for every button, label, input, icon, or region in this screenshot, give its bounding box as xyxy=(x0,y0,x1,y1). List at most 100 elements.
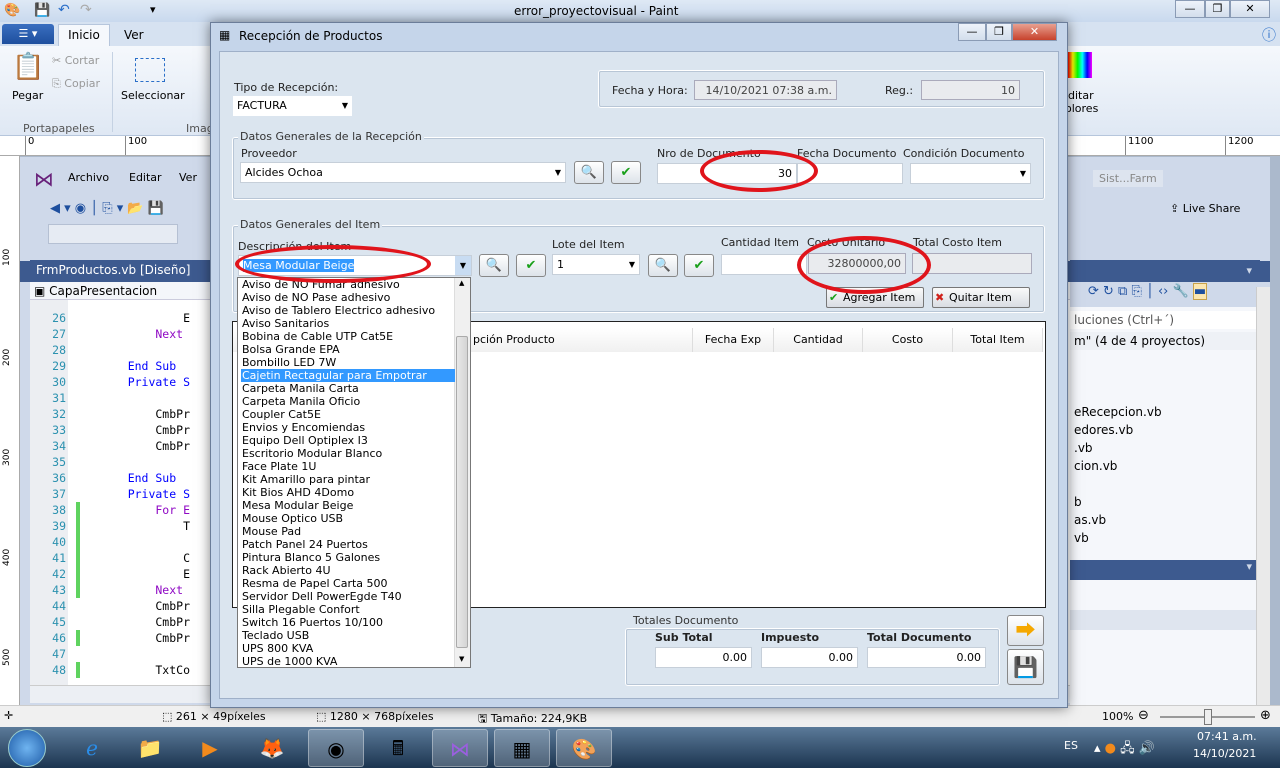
item-dropdown-list[interactable]: ▲ ▼ Aviso de NO Fumar adhesivo Aviso de N… xyxy=(237,277,471,668)
start-button[interactable] xyxy=(8,729,46,767)
dropdown-item[interactable]: Aviso Sanitarios xyxy=(241,317,455,330)
scroll-down-icon[interactable]: ▼ xyxy=(459,655,464,663)
chevron-down-icon[interactable]: ▼ xyxy=(455,256,471,275)
dialog-maximize-button[interactable]: ❐ xyxy=(986,23,1012,41)
clock-time[interactable]: 07:41 a.m. xyxy=(1197,730,1257,743)
confirm-item-button[interactable]: ✔ xyxy=(516,254,546,277)
dropdown-item[interactable]: Cajetin Rectagular para Empotrar xyxy=(241,369,455,382)
dropdown-item[interactable]: Kit Amarillo para pintar xyxy=(241,473,455,486)
dropdown-item[interactable]: Carpeta Manila Oficio xyxy=(241,395,455,408)
dialog-close-button[interactable]: ✕ xyxy=(1012,23,1057,41)
tab-ver[interactable]: Ver xyxy=(124,28,144,42)
dialog-minimize-button[interactable]: — xyxy=(958,23,986,41)
code-line: End Sub xyxy=(100,471,177,485)
visual-studio-icon[interactable]: ⋈ xyxy=(432,729,488,767)
dropdown-item[interactable]: Servidor Dell PowerEgde T40 xyxy=(241,590,455,603)
search-item-button[interactable]: 🔍 xyxy=(479,254,509,277)
edit-colors-label-2[interactable]: olores xyxy=(1065,102,1098,115)
proveedor-combo[interactable]: Alcides Ochoa ▼ xyxy=(240,162,566,183)
dropdown-item[interactable]: Mouse Optico USB xyxy=(241,512,455,525)
dropdown-item[interactable]: Equipo Dell Optiplex I3 xyxy=(241,434,455,447)
dropdown-item[interactable]: Mesa Modular Beige xyxy=(241,499,455,512)
scroll-up-icon[interactable]: ▲ xyxy=(459,279,464,287)
file-menu-button[interactable]: ☰ ▾ xyxy=(2,24,54,44)
dropdown-item[interactable]: Face Plate 1U xyxy=(241,460,455,473)
chrome-icon[interactable]: ◉ xyxy=(308,729,364,767)
exit-button[interactable]: ⮕ xyxy=(1007,615,1044,646)
dropdown-item[interactable]: Aviso de NO Pase adhesivo xyxy=(241,291,455,304)
dropdown-item[interactable]: Rack Abierto 4U xyxy=(241,564,455,577)
dropdown-item[interactable]: Mouse Pad xyxy=(241,525,455,538)
line-number: 37 xyxy=(52,487,66,501)
paint-icon[interactable]: 🎨 xyxy=(556,729,612,767)
app-form-icon[interactable]: ▦ xyxy=(494,729,550,767)
cantidad-field[interactable] xyxy=(721,254,807,275)
tab-inicio[interactable]: Inicio xyxy=(58,24,110,46)
internet-explorer-icon[interactable]: ℯ xyxy=(64,729,120,767)
search-proveedor-button[interactable]: 🔍 xyxy=(574,161,604,184)
dropdown-item[interactable]: Switch 16 Puertos 10/100 xyxy=(241,616,455,629)
search-lote-button[interactable]: 🔍 xyxy=(648,254,678,277)
maximize-button[interactable]: ❐ xyxy=(1205,0,1230,18)
dropdown-item[interactable]: Pintura Blanco 5 Galones xyxy=(241,551,455,564)
language-indicator[interactable]: ES xyxy=(1064,739,1078,752)
image-size: ⬚ 1280 × 768píxeles xyxy=(316,710,434,723)
dropdown-item[interactable]: Silla Plegable Confort xyxy=(241,603,455,616)
calculator-icon[interactable]: 🖩 xyxy=(370,729,426,767)
zoom-out-button[interactable]: ⊖ xyxy=(1138,708,1149,723)
dropdown-item[interactable]: Bombillo LED 7W xyxy=(241,356,455,369)
dropdown-item[interactable]: Carpeta Manila Carta xyxy=(241,382,455,395)
lote-label: Lote del Item xyxy=(552,238,625,251)
dropdown-item[interactable]: UPS 800 KVA xyxy=(241,642,455,655)
dropdown-item[interactable]: Escritorio Modular Blanco xyxy=(241,447,455,460)
firefox-icon[interactable]: 🦊 xyxy=(244,729,300,767)
confirm-proveedor-button[interactable]: ✔ xyxy=(611,161,641,184)
dropdown-item[interactable]: Envios y Encomiendas xyxy=(241,421,455,434)
close-button[interactable]: ✕ xyxy=(1230,0,1270,18)
dropdown-item[interactable]: UPS de 1000 KVA xyxy=(241,655,455,667)
dropdown-item[interactable]: Kit Bios AHD 4Domo xyxy=(241,486,455,499)
save-button[interactable]: 💾 xyxy=(1007,649,1044,685)
dropdown-item[interactable]: Aviso de Tablero Electrico adhesivo xyxy=(241,304,455,317)
dropdown-scrollbar[interactable]: ▲ ▼ xyxy=(454,278,470,667)
solution-tree xyxy=(1070,307,1260,705)
zoom-in-button[interactable]: ⊕ xyxy=(1260,708,1271,723)
scroll-thumb[interactable] xyxy=(456,336,468,648)
paste-button[interactable]: Pegar xyxy=(12,89,43,102)
file-explorer-icon[interactable]: 📁 xyxy=(122,729,178,767)
media-player-icon[interactable]: ▶ xyxy=(182,729,238,767)
dropdown-item[interactable]: Patch Panel 24 Puertos xyxy=(241,538,455,551)
undo-icon[interactable]: ↶ xyxy=(58,2,70,18)
condicion-combo[interactable]: ▼ xyxy=(910,163,1031,184)
line-number: 45 xyxy=(52,615,66,629)
zoom-slider-thumb[interactable] xyxy=(1204,709,1212,725)
dropdown-item[interactable]: Coupler Cat5E xyxy=(241,408,455,421)
dropdown-item[interactable]: Bobina de Cable UTP Cat5E xyxy=(241,330,455,343)
dropdown-item[interactable]: Teclado USB xyxy=(241,629,455,642)
code-line: Next xyxy=(100,327,184,341)
proveedor-value: Alcides Ochoa xyxy=(245,166,323,179)
ruler-label: 200 xyxy=(2,348,12,366)
copy-button[interactable]: ⎘ Copiar xyxy=(52,77,100,91)
minimize-button[interactable]: — xyxy=(1175,0,1205,18)
help-icon[interactable]: ⓘ xyxy=(1262,25,1276,45)
remove-item-label: Quitar Item xyxy=(949,291,1012,304)
proveedor-label: Proveedor xyxy=(241,147,297,160)
save-icon[interactable]: 💾 xyxy=(34,3,50,18)
confirm-lote-button[interactable]: ✔ xyxy=(684,254,714,277)
remove-item-button[interactable]: ✖ Quitar Item xyxy=(932,287,1030,308)
edit-colors-label-1[interactable]: ditar xyxy=(1068,89,1094,102)
tray-icons[interactable]: ▴ ● 🖧 🔊 xyxy=(1094,739,1155,761)
select-button[interactable]: Seleccionar xyxy=(121,89,185,102)
customize-toolbar-icon[interactable]: ▾ xyxy=(150,3,156,16)
change-marker xyxy=(76,518,80,534)
lote-combo[interactable]: 1 ▼ xyxy=(552,254,640,275)
clock-date[interactable]: 14/10/2021 xyxy=(1193,747,1256,760)
tipo-combo[interactable]: FACTURA ▼ xyxy=(233,96,352,116)
impuesto-field: 0.00 xyxy=(761,647,858,668)
dropdown-item[interactable]: Bolsa Grande EPA xyxy=(241,343,455,356)
dropdown-item[interactable]: Resma de Papel Carta 500 xyxy=(241,577,455,590)
canvas-vertical-scrollbar[interactable] xyxy=(1256,287,1270,705)
redo-icon[interactable]: ↷ xyxy=(80,2,92,18)
cut-button[interactable]: ✂ Cortar xyxy=(52,54,99,67)
